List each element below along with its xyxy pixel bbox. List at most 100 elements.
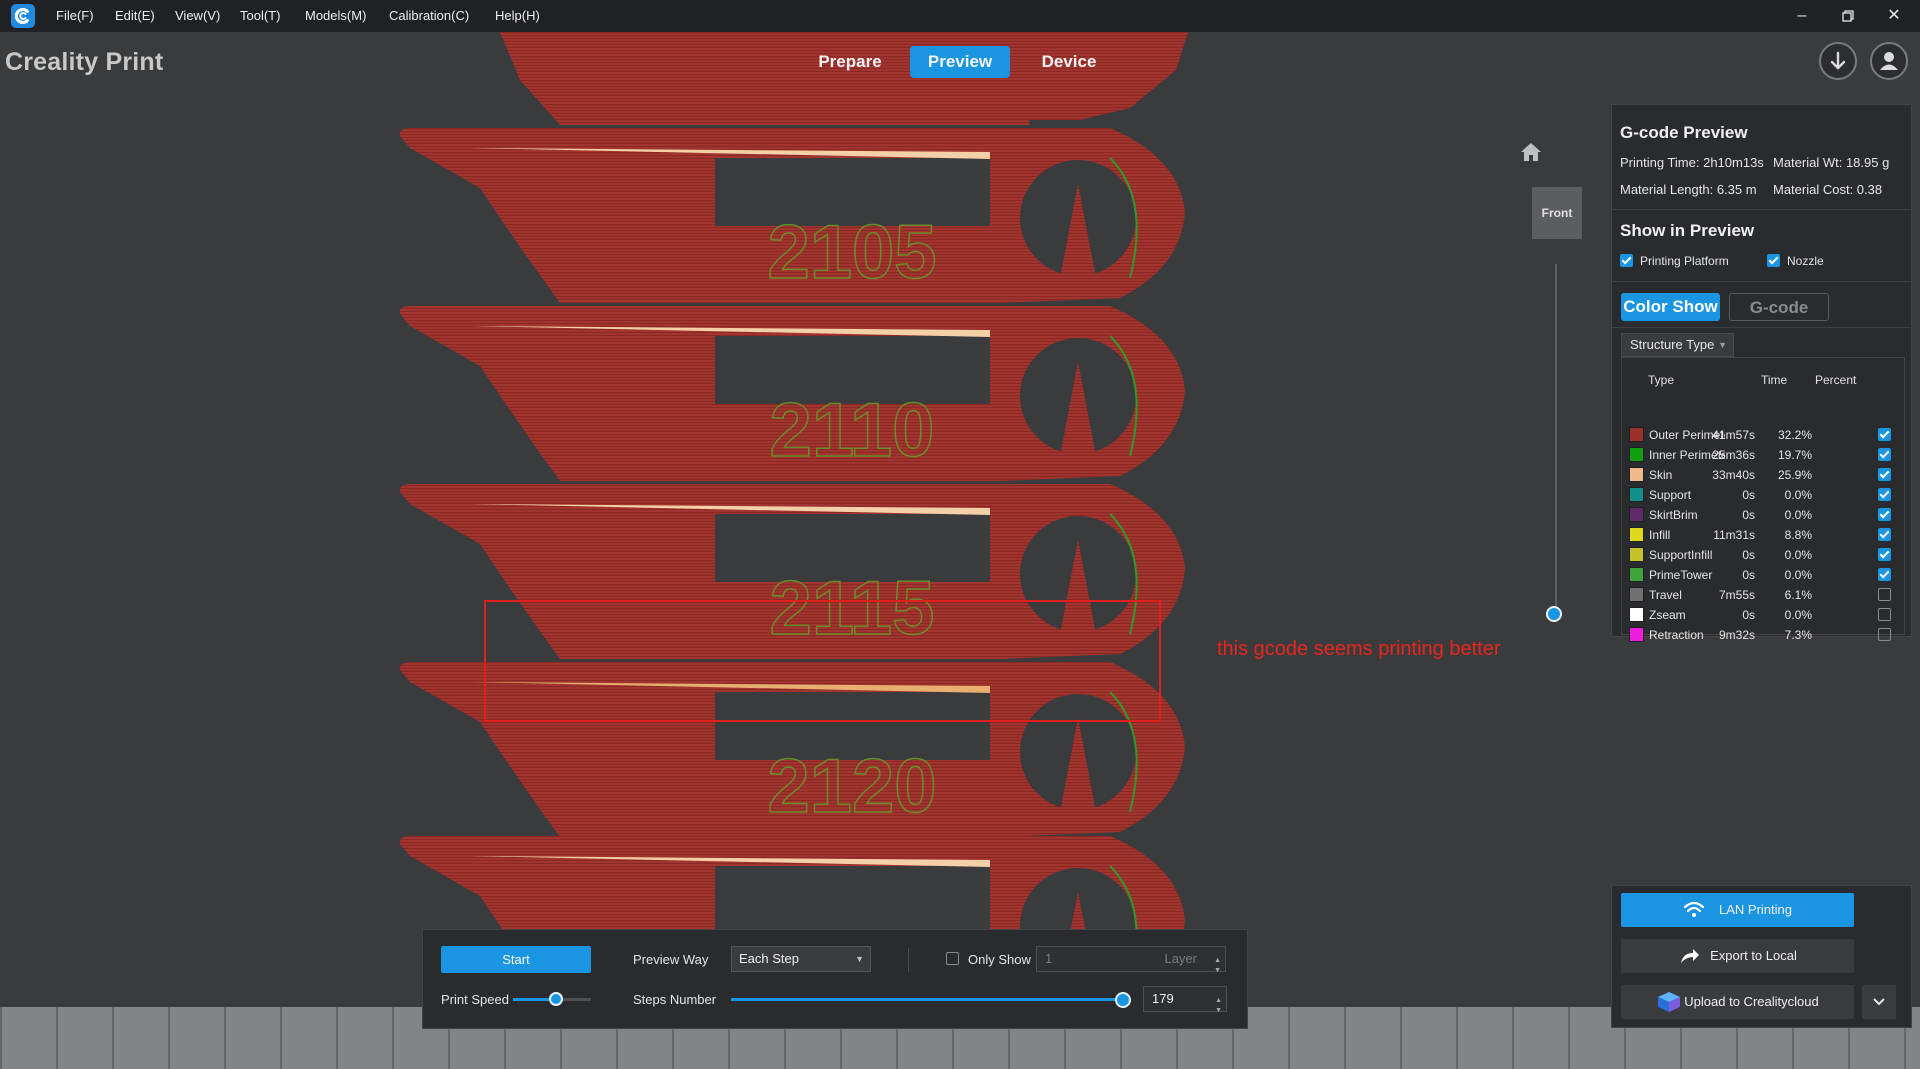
color-swatch [1629, 467, 1644, 482]
preview-way-value: Each Step [739, 951, 799, 966]
color-swatch [1629, 547, 1644, 562]
start-button[interactable]: Start [441, 946, 591, 973]
only-show-layer-input[interactable]: 1 Layer ▲ ▼ [1036, 946, 1226, 974]
menu-file[interactable]: File(F) [56, 8, 94, 23]
user-icon [1880, 52, 1898, 70]
legend-visibility-checkbox[interactable] [1878, 448, 1891, 461]
legend-visibility-checkbox[interactable] [1878, 508, 1891, 521]
spin-down-icon[interactable]: ▼ [1214, 959, 1221, 983]
close-icon[interactable]: ✕ [1884, 6, 1904, 26]
structure-type-dropdown[interactable]: Structure Type ▼ [1621, 333, 1734, 357]
legend-visibility-checkbox[interactable] [1878, 488, 1891, 501]
legend-time: 0s [1742, 488, 1755, 502]
divider [908, 948, 909, 972]
legend-row: Infill 11m31s 8.8% [1612, 525, 1911, 545]
legend-row: Skin 33m40s 25.9% [1612, 465, 1911, 485]
preview-way-dropdown[interactable]: Each Step ▼ [731, 946, 871, 972]
user-account-button[interactable] [1870, 42, 1908, 80]
legend-visibility-checkbox[interactable] [1878, 608, 1891, 621]
color-swatch [1629, 587, 1644, 602]
color-swatch [1629, 427, 1644, 442]
legend-percent: 25.9% [1777, 468, 1812, 482]
legend-time: 41m57s [1712, 428, 1755, 442]
spin-down-icon[interactable]: ▼ [1215, 999, 1222, 1023]
legend-time: 0s [1742, 568, 1755, 582]
chevron-down-icon: ▼ [1718, 340, 1727, 350]
divider [1612, 209, 1911, 210]
material-length: Material Length: 6.35 m [1620, 182, 1757, 197]
upload-cloud-button[interactable]: Upload to Crealitycloud [1621, 985, 1854, 1019]
download-button[interactable] [1819, 42, 1857, 80]
gcode-button[interactable]: G-code [1729, 293, 1829, 321]
menu-models[interactable]: Models(M) [305, 8, 366, 23]
legend-row: Inner Perimeter 25m36s 19.7% [1612, 445, 1911, 465]
nozzle-checkbox[interactable] [1767, 254, 1780, 267]
legend-visibility-checkbox[interactable] [1878, 548, 1891, 561]
color-swatch [1629, 487, 1644, 502]
layer-slider-handle[interactable] [1546, 606, 1562, 622]
tab-prepare[interactable]: Prepare [806, 46, 894, 78]
steps-number-input[interactable]: 179 ▲ ▼ [1143, 986, 1227, 1014]
steps-slider-handle[interactable] [1115, 992, 1131, 1008]
home-icon[interactable] [1520, 142, 1542, 165]
export-local-button[interactable]: Export to Local [1621, 939, 1854, 973]
lan-printing-button[interactable]: LAN Printing [1621, 893, 1854, 927]
legend-type: PrimeTower [1649, 568, 1713, 582]
nozzle-label: Nozzle [1787, 254, 1824, 268]
legend-visibility-checkbox[interactable] [1878, 568, 1891, 581]
steps-number-value: 179 [1152, 991, 1174, 1006]
legend-time: 33m40s [1712, 468, 1755, 482]
preview-way-label: Preview Way [633, 952, 709, 967]
legend-visibility-checkbox[interactable] [1878, 528, 1891, 541]
legend-time: 9m32s [1718, 628, 1755, 642]
steps-number-label: Steps Number [633, 992, 717, 1007]
legend-visibility-checkbox[interactable] [1878, 628, 1891, 641]
tag-embossed-number: 2105 [767, 210, 936, 295]
legend-row: Retraction 9m32s 7.3% [1612, 625, 1911, 645]
legend-percent: 6.1% [1784, 588, 1812, 602]
only-show-checkbox[interactable] [946, 952, 959, 965]
menu-calibration[interactable]: Calibration(C) [389, 8, 469, 23]
material-cost: Material Cost: 0.38 [1773, 182, 1883, 197]
legend-percent: 0.0% [1784, 608, 1812, 622]
legend-time: 11m31s [1713, 528, 1755, 542]
legend-time: 0s [1742, 508, 1755, 522]
gcode-preview-title: G-code Preview [1620, 123, 1748, 142]
color-swatch [1629, 507, 1644, 522]
print-speed-slider-handle[interactable] [548, 992, 563, 1006]
tab-device[interactable]: Device [1025, 46, 1113, 78]
legend-type: SupportInfill [1649, 548, 1713, 562]
restore-icon[interactable] [1838, 6, 1858, 26]
printing-platform-checkbox[interactable] [1620, 254, 1633, 267]
legend-percent: 0.0% [1784, 568, 1812, 582]
legend-visibility-checkbox[interactable] [1878, 588, 1891, 601]
legend-row: SkirtBrim 0s 0.0% [1612, 505, 1911, 525]
tab-preview[interactable]: Preview [910, 46, 1010, 78]
printing-time: Printing Time: 2h10m13s [1620, 155, 1764, 170]
legend-type: Zseam [1649, 608, 1686, 622]
menu-edit[interactable]: Edit(E) [115, 8, 155, 23]
legend-percent: 0.0% [1784, 548, 1812, 562]
legend-type: Travel [1649, 588, 1682, 602]
menu-view[interactable]: View(V) [175, 8, 220, 23]
menu-help[interactable]: Help(H) [495, 8, 540, 23]
divider [1612, 281, 1911, 282]
minimize-icon[interactable]: – [1792, 6, 1812, 26]
legend-header-time: Time [1761, 373, 1788, 387]
export-more-button[interactable] [1862, 985, 1896, 1019]
app-title: Creality Print [5, 48, 164, 76]
color-swatch [1629, 527, 1644, 542]
legend-visibility-checkbox[interactable] [1878, 468, 1891, 481]
legend-percent: 0.0% [1784, 508, 1812, 522]
view-cube-front[interactable]: Front [1532, 187, 1582, 239]
download-icon [1830, 51, 1846, 70]
preview-control-bar: Start Print Speed Preview Way Each Step … [422, 929, 1248, 1029]
color-show-button[interactable]: Color Show [1621, 293, 1720, 321]
legend-visibility-checkbox[interactable] [1878, 428, 1891, 441]
menu-tool[interactable]: Tool(T) [240, 8, 280, 23]
lan-printing-label: LAN Printing [1719, 902, 1792, 917]
layer-slider-track[interactable] [1555, 264, 1557, 614]
legend-row: Support 0s 0.0% [1612, 485, 1911, 505]
annotation-highlight-box [484, 600, 1161, 722]
legend-type: SkirtBrim [1649, 508, 1698, 522]
